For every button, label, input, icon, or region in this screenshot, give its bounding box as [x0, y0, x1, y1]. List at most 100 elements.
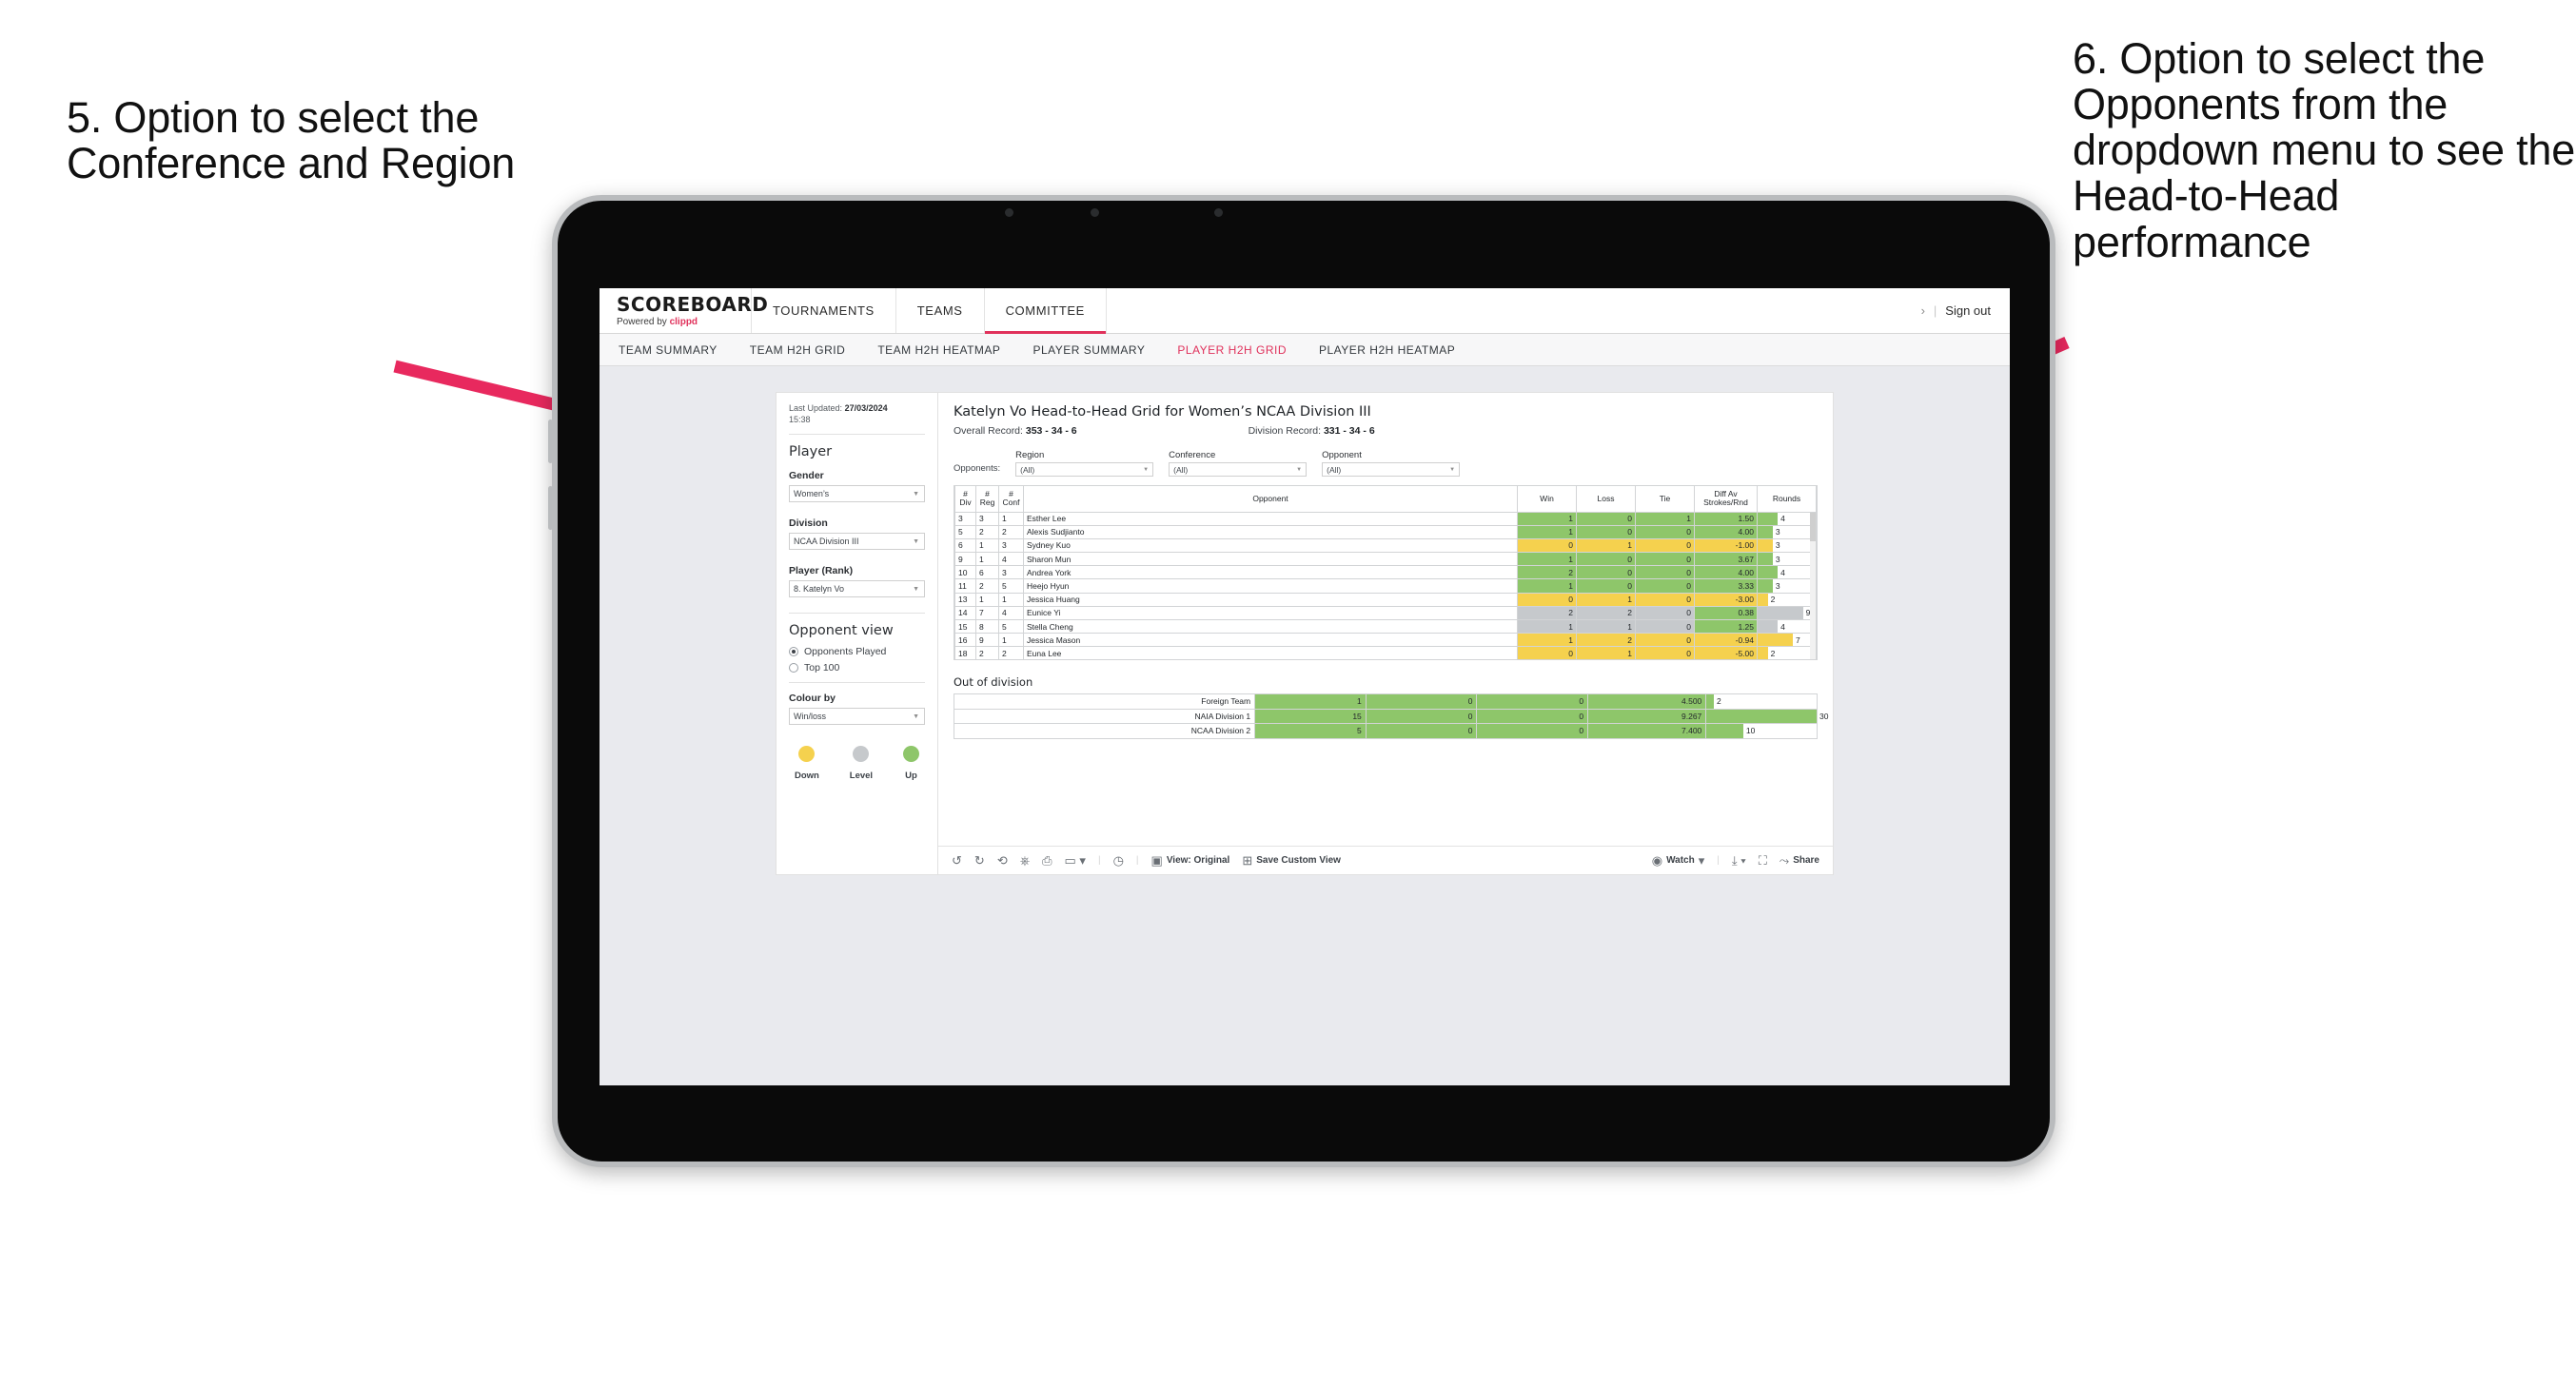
column-header-loss[interactable]: Loss — [1576, 486, 1636, 513]
radio-opponents-played[interactable]: Opponents Played — [789, 646, 925, 657]
filters-sidebar: Last Updated: 27/03/2024 15:38 Player Ge… — [777, 393, 938, 874]
view-original-button[interactable]: ▣ View: Original — [1151, 854, 1230, 867]
column-header-diff-av-strokes-rnd[interactable]: Diff Av Strokes/Rnd — [1694, 486, 1758, 513]
table-cell: 0 — [1517, 538, 1577, 554]
table-row[interactable]: Foreign Team 1 0 0 4.500 2 — [953, 693, 1818, 710]
rounds-bar — [1758, 593, 1768, 606]
table-cell: NAIA Division 1 — [953, 708, 1256, 724]
nav-tab-committee[interactable]: COMMITTEE — [984, 288, 1107, 334]
volume-up-button[interactable] — [548, 420, 553, 463]
refresh-data-icon[interactable]: ⎈ — [1020, 854, 1030, 867]
table-cell: 0 — [1635, 593, 1695, 607]
radio-top-100[interactable]: Top 100 — [789, 662, 925, 673]
conference-select[interactable]: (All) ▼ — [1169, 462, 1308, 477]
redo-icon[interactable]: ↻ — [974, 854, 985, 867]
column-header-reg[interactable]: # Reg — [975, 486, 999, 513]
column-header-opponent[interactable]: Opponent — [1023, 486, 1518, 513]
table-cell: 3 — [975, 512, 999, 526]
table-row[interactable]: 9 1 4 Sharon Mun 1 0 0 3.67 3 — [954, 552, 1817, 567]
table-cell: 1 — [1517, 525, 1577, 539]
share-button[interactable]: ⤳ Share — [1780, 854, 1819, 867]
table-row[interactable]: NCAA Division 2 5 0 0 7.400 10 — [953, 723, 1818, 739]
watch-button[interactable]: ◉ Watch ▾ — [1652, 854, 1705, 867]
table-row[interactable]: 13 1 1 Jessica Huang 0 1 0 -3.00 2 — [954, 593, 1817, 607]
table-cell: 4.00 — [1694, 565, 1758, 580]
h2h-grid-container[interactable]: # Div # Reg # Conf Opponent Win Loss Tie Diff Av St… — [954, 485, 1818, 660]
label-division: Division — [789, 517, 828, 530]
label-colour-by: Colour by — [789, 693, 836, 705]
nav-tab-tournaments[interactable]: TOURNAMENTS — [752, 288, 896, 333]
toolbar-right-group: ◉ Watch ▾ | ⤓ ▾ ⛶ ⤳ Share — [1652, 854, 1819, 867]
column-header-div[interactable]: # Div — [954, 486, 976, 513]
rounds-value: 2 — [1770, 595, 1776, 605]
table-row[interactable]: 11 2 5 Heejo Hyun 1 0 0 3.33 3 — [954, 578, 1817, 594]
table-cell: 0 — [1635, 565, 1695, 580]
region-select[interactable]: (All) ▼ — [1015, 462, 1154, 477]
table-row[interactable]: 6 1 3 Sydney Kuo 0 1 0 -1.00 3 — [954, 538, 1817, 554]
undo-icon[interactable]: ↺ — [952, 854, 962, 867]
fullscreen-icon[interactable]: ⛶ — [1759, 854, 1767, 867]
legend-item-down: Down — [795, 746, 819, 781]
table-cell: 0 — [1365, 723, 1478, 739]
table-row[interactable]: 10 6 3 Andrea York 2 0 0 4.00 4 — [954, 565, 1817, 580]
table-row[interactable]: 5 2 2 Alexis Sudjianto 1 0 0 4.00 3 — [954, 525, 1817, 539]
table-cell: 6 — [975, 565, 999, 580]
revert-icon[interactable]: ⟲ — [997, 854, 1008, 867]
separator: | — [1933, 303, 1937, 318]
logo-subtext: Powered by clippd — [617, 317, 751, 327]
subtab-team-h2h-heatmap[interactable]: TEAM H2H HEATMAP — [877, 343, 1000, 357]
divider — [789, 613, 925, 615]
table-cell: 2 — [998, 525, 1024, 539]
overall-record: Overall Record: 353 - 34 - 6 — [954, 425, 1077, 437]
table-cell: Foreign Team — [953, 693, 1256, 710]
download-icon[interactable]: ⤓ ▾ — [1732, 854, 1746, 867]
save-custom-view-button[interactable]: ⊞ Save Custom View — [1242, 854, 1341, 867]
camera-dot — [1091, 208, 1099, 217]
column-header-tie[interactable]: Tie — [1635, 486, 1695, 513]
subtab-player-summary[interactable]: PLAYER SUMMARY — [1032, 343, 1145, 357]
subtab-team-summary[interactable]: TEAM SUMMARY — [619, 343, 718, 357]
signout-label[interactable]: Sign out — [1945, 303, 1991, 318]
colour-by-select[interactable]: Win/loss ▼ — [789, 708, 925, 726]
table-cell: 1.25 — [1694, 619, 1758, 634]
app-header: SCOREBOARD Powered by clippd TOURNAMENTS… — [600, 288, 2010, 334]
gender-select[interactable]: Women’s ▼ — [789, 485, 925, 503]
opponent-select[interactable]: (All) ▼ — [1322, 462, 1461, 477]
subtab-player-h2h-heatmap[interactable]: PLAYER H2H HEATMAP — [1319, 343, 1455, 357]
player-rank-value: 8. Katelyn Vo — [794, 584, 845, 595]
table-row[interactable]: 16 9 1 Jessica Mason 1 2 0 -0.94 7 — [954, 633, 1817, 648]
nav-tab-teams[interactable]: TEAMS — [896, 288, 985, 333]
table-row[interactable]: 15 8 5 Stella Cheng 1 1 0 1.25 4 — [954, 619, 1817, 634]
signout-area[interactable]: › | Sign out — [1921, 288, 2010, 333]
table-cell: Sharon Mun — [1023, 552, 1518, 567]
column-header-win[interactable]: Win — [1517, 486, 1577, 513]
history-icon[interactable]: ◷ — [1113, 854, 1124, 867]
table-row[interactable]: 3 3 1 Esther Lee 1 0 1 1.50 4 — [954, 512, 1817, 526]
legend-swatch-level — [853, 746, 870, 763]
table-cell: 1 — [1517, 512, 1577, 526]
rounds-value: 10 — [1745, 726, 1756, 736]
table-row[interactable]: 18 2 2 Euna Lee 0 1 0 -5.00 2 — [954, 646, 1817, 659]
filter-conference: Conference (All) ▼ — [1169, 450, 1308, 477]
subtab-team-h2h-grid[interactable]: TEAM H2H GRID — [750, 343, 846, 357]
app-logo[interactable]: SCOREBOARD Powered by clippd — [600, 288, 768, 333]
division-select[interactable]: NCAA Division III ▼ — [789, 533, 925, 551]
filter-region-label: Region — [1015, 450, 1045, 460]
pause-updates-icon[interactable]: ⎙ — [1042, 854, 1052, 867]
column-header-rounds[interactable]: Rounds — [1757, 486, 1817, 513]
table-cell: 1 — [1517, 619, 1577, 634]
scrollbar-thumb[interactable] — [1810, 513, 1816, 541]
alerts-icon[interactable]: ▭ ▾ — [1065, 854, 1086, 867]
table-row[interactable]: 14 7 4 Eunice Yi 2 2 0 0.38 9 — [954, 606, 1817, 621]
table-row[interactable]: NAIA Division 1 15 0 0 9.267 30 — [953, 708, 1828, 724]
legend-item-up: Up — [903, 746, 919, 781]
table-cell: 0 — [1635, 578, 1695, 594]
volume-down-button[interactable] — [548, 486, 553, 530]
table-cell: 0 — [1576, 525, 1636, 539]
column-header-conf[interactable]: # Conf — [998, 486, 1024, 513]
region-value: (All) — [1020, 464, 1035, 475]
filter-conference-label: Conference — [1169, 450, 1216, 460]
subtab-player-h2h-grid[interactable]: PLAYER H2H GRID — [1177, 343, 1287, 357]
rounds-bar-cell: 2 — [1757, 593, 1817, 607]
player-rank-select[interactable]: 8. Katelyn Vo ▼ — [789, 580, 925, 598]
